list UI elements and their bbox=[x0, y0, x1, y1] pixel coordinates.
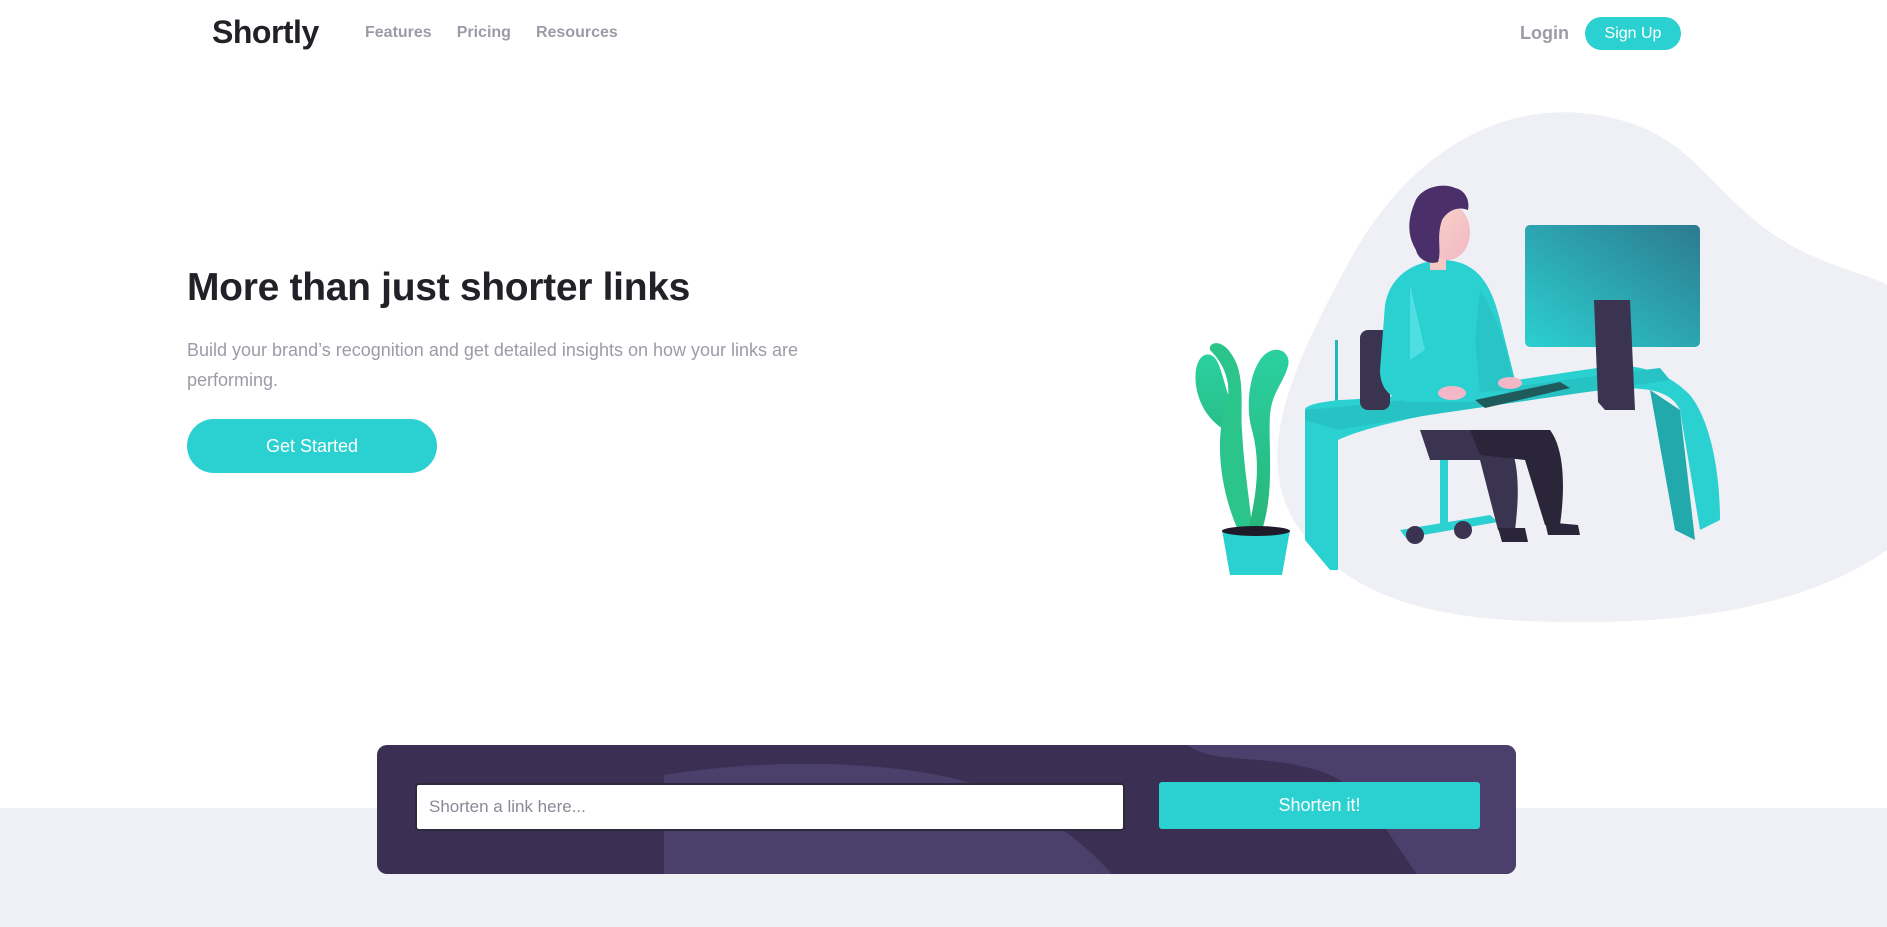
plant-pot bbox=[1222, 530, 1290, 575]
login-link[interactable]: Login bbox=[1520, 23, 1569, 44]
page: Shortly Features Pricing Resources Login… bbox=[0, 0, 1887, 927]
person-working-at-desk-illustration bbox=[1195, 112, 1887, 623]
get-started-button[interactable]: Get Started bbox=[187, 419, 437, 473]
shorten-it-button[interactable]: Shorten it! bbox=[1159, 782, 1480, 829]
main-nav: Features Pricing Resources bbox=[365, 24, 618, 42]
nav-link-resources[interactable]: Resources bbox=[536, 24, 618, 42]
sign-up-button[interactable]: Sign Up bbox=[1585, 17, 1681, 50]
nav-link-features[interactable]: Features bbox=[365, 24, 432, 42]
hero-title: More than just shorter links bbox=[187, 266, 691, 309]
logo[interactable]: Shortly bbox=[212, 14, 319, 51]
hero-description: Build your brand’s recognition and get d… bbox=[187, 340, 799, 390]
shorten-link-input[interactable] bbox=[415, 783, 1125, 831]
shorten-form: Shorten it! bbox=[377, 745, 1516, 874]
nav-link-pricing[interactable]: Pricing bbox=[457, 24, 511, 42]
